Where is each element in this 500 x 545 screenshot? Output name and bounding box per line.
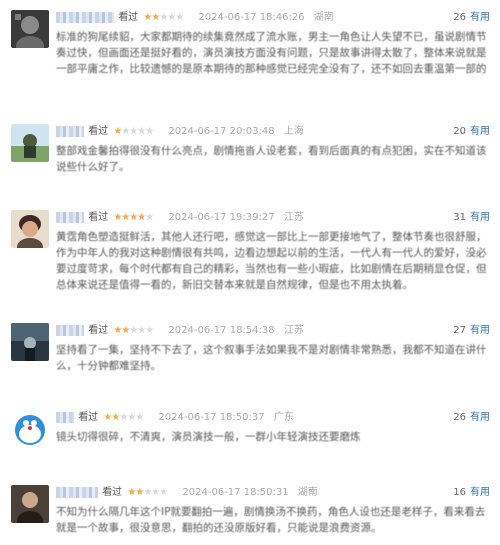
vote-useful-button[interactable]: 27 有用 xyxy=(453,323,490,339)
review-location: 江苏 xyxy=(283,325,304,336)
vote-count: 31 xyxy=(453,212,466,223)
vote-useful-button[interactable]: 26 有用 xyxy=(453,410,490,426)
review-text: 黄霑角色塑造挺鲜活，其他人还行吧，感觉这一部比上一部更接地气了，整体节奏也很舒服… xyxy=(56,231,487,291)
review-text: 整部戏金馨拍得很没有什么亮点，剧情拖沓人设老套，看到后面真的有点犯困，实在不知道… xyxy=(56,145,487,173)
review-location: 广东 xyxy=(273,412,294,423)
username[interactable] xyxy=(56,212,84,223)
rating-stars: ★★★★★ xyxy=(113,212,154,223)
vote-useful-button[interactable]: 16 有用 xyxy=(453,485,490,501)
review-location: 上海 xyxy=(283,126,304,137)
avatar[interactable] xyxy=(11,485,49,523)
avatar[interactable] xyxy=(11,410,49,448)
status-label: 看过 xyxy=(88,212,109,223)
username[interactable] xyxy=(56,412,74,423)
review-text: 坚持看了一集，坚持不下去了，这个叙事手法如果我不是对剧情非常熟悉，我都不知道在讲… xyxy=(56,344,487,372)
vote-count: 26 xyxy=(453,12,466,23)
review-location: 湖南 xyxy=(313,12,334,23)
status-label: 看过 xyxy=(102,487,123,498)
vote-useful-button[interactable]: 31 有用 xyxy=(453,210,490,226)
vote-useful-button[interactable]: 26 有用 xyxy=(453,10,490,26)
rating-stars: ★★★★★ xyxy=(113,325,154,336)
vote-useful-button[interactable]: 20 有用 xyxy=(453,124,490,140)
username[interactable] xyxy=(56,487,98,498)
review-time: 2024-06-17 18:50:37 xyxy=(158,412,265,423)
rating-stars: ★★★★★ xyxy=(143,12,184,23)
rating-stars: ★★★★★ xyxy=(103,412,144,423)
avatar[interactable] xyxy=(11,124,49,162)
review-location: 湖南 xyxy=(297,487,318,498)
status-label: 看过 xyxy=(118,12,139,23)
review-time: 2024-06-17 19:39:27 xyxy=(168,212,275,223)
rating-stars: ★★★★★ xyxy=(127,487,168,498)
vote-count: 20 xyxy=(453,126,466,137)
username[interactable] xyxy=(56,325,84,336)
vote-count: 27 xyxy=(453,325,466,336)
review-time: 2024-06-17 18:46:26 xyxy=(198,12,305,23)
avatar[interactable] xyxy=(11,210,49,248)
avatar[interactable] xyxy=(11,10,49,48)
username[interactable] xyxy=(56,126,84,137)
username[interactable] xyxy=(56,12,114,23)
review-location: 江苏 xyxy=(283,212,304,223)
vote-count: 26 xyxy=(453,412,466,423)
rating-stars: ★★★★★ xyxy=(113,126,154,137)
review-text: 不知为什么隔几年这个IP就要翻拍一遍，剧情换汤不换药，角色人设也还是老样子，看来… xyxy=(56,506,486,534)
review-text: 标准的狗尾续貂，大家都期待的续集竟然成了流水账，男主一角色让人失望不已，虽说剧情… xyxy=(56,31,487,75)
review-text: 镜头切得很碎，不清爽，演员演技一般，一群小年轻演技还要磨炼 xyxy=(56,431,361,443)
review-time: 2024-06-17 18:50:31 xyxy=(182,487,289,498)
status-label: 看过 xyxy=(88,325,109,336)
review-time: 2024-06-17 18:54:38 xyxy=(168,325,275,336)
status-label: 看过 xyxy=(78,412,99,423)
review-time: 2024-06-17 20:03:48 xyxy=(168,126,275,137)
avatar[interactable] xyxy=(11,323,49,361)
status-label: 看过 xyxy=(88,126,109,137)
vote-count: 16 xyxy=(453,487,466,498)
